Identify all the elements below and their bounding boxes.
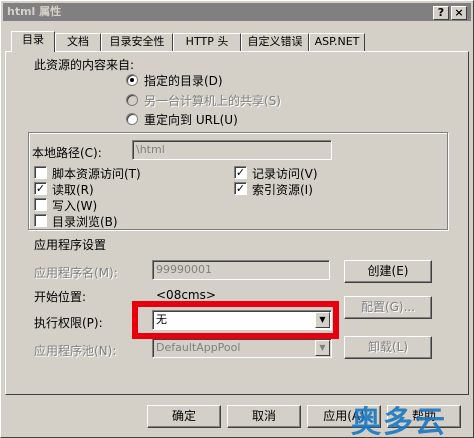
highlight-box: [132, 301, 339, 339]
radio-redirect-url-label: 重定向到 URL(U): [144, 113, 238, 127]
window-title: html 属性: [7, 5, 62, 18]
tab-http-headers[interactable]: HTTP 头: [173, 33, 241, 51]
app-pool-select: DefaultAppPool ▼: [152, 338, 332, 358]
radio-local-directory-label: 指定的目录(D): [144, 74, 223, 88]
app-name-label: 应用程序名(M):: [34, 266, 118, 280]
radio-local-directory[interactable]: [126, 74, 138, 86]
checkbox-read[interactable]: ✓: [34, 182, 47, 195]
radio-network-share-label: 另一台计算机上的共享(S): [144, 94, 281, 108]
properties-dialog: html 属性 ? × 目录 文档 目录安全性 HTTP 头 自定义错误 ASP…: [0, 0, 474, 438]
app-name-field: 99990001: [152, 260, 330, 280]
local-path-label: 本地路径(C):: [32, 146, 102, 160]
checkbox-script-source[interactable]: [34, 166, 47, 179]
app-settings-heading: 应用程序设置: [34, 238, 107, 252]
tab-documents[interactable]: 文档: [55, 33, 101, 51]
app-pool-value: DefaultAppPool: [156, 341, 241, 354]
chevron-down-icon: ▼: [315, 340, 330, 356]
configure-button: 配置(G)...: [344, 296, 432, 319]
start-point-value: <08cms>: [156, 288, 216, 302]
unload-button: 卸载(L): [344, 336, 432, 359]
tab-directory-security[interactable]: 目录安全性: [101, 33, 173, 51]
checkbox-index-resource[interactable]: ✓: [234, 182, 247, 195]
checkbox-script-source-label: 脚本资源访问(T): [52, 167, 141, 181]
source-heading: 此资源的内容来自:: [34, 58, 135, 72]
title-bar: html 属性 ? ×: [3, 3, 471, 21]
local-path-field: \html: [132, 140, 332, 160]
checkbox-log-visits-label: 记录访问(V): [252, 167, 318, 181]
watermark: 奥多云: [351, 405, 447, 438]
checkbox-directory-browse-label: 目录浏览(B): [52, 215, 118, 229]
execute-permissions-label: 执行权限(P):: [34, 316, 103, 330]
start-point-label: 开始位置:: [34, 290, 87, 304]
checkbox-log-visits[interactable]: ✓: [234, 166, 247, 179]
checkbox-index-resource-label: 索引资源(I): [252, 183, 313, 197]
close-icon[interactable]: ×: [451, 6, 467, 20]
radio-network-share: [126, 94, 138, 106]
help-title-button[interactable]: ?: [433, 6, 449, 20]
directory-panel: 此资源的内容来自: 指定的目录(D) 另一台计算机上的共享(S) 重定向到 UR…: [5, 51, 469, 395]
radio-redirect-url[interactable]: [126, 113, 138, 125]
tab-directory[interactable]: 目录: [11, 31, 55, 52]
checkbox-write-label: 写入(W): [52, 199, 98, 213]
cancel-button[interactable]: 取消: [227, 405, 301, 428]
create-button[interactable]: 创建(E): [344, 260, 432, 283]
ok-button[interactable]: 确定: [147, 405, 221, 428]
checkbox-directory-browse[interactable]: [34, 214, 47, 227]
checkbox-write[interactable]: [34, 198, 47, 211]
tab-custom-errors[interactable]: 自定义错误: [241, 33, 309, 51]
app-pool-label: 应用程序池(N):: [34, 344, 117, 358]
checkbox-read-label: 读取(R): [52, 183, 94, 197]
tab-aspnet[interactable]: ASP.NET: [309, 33, 365, 51]
